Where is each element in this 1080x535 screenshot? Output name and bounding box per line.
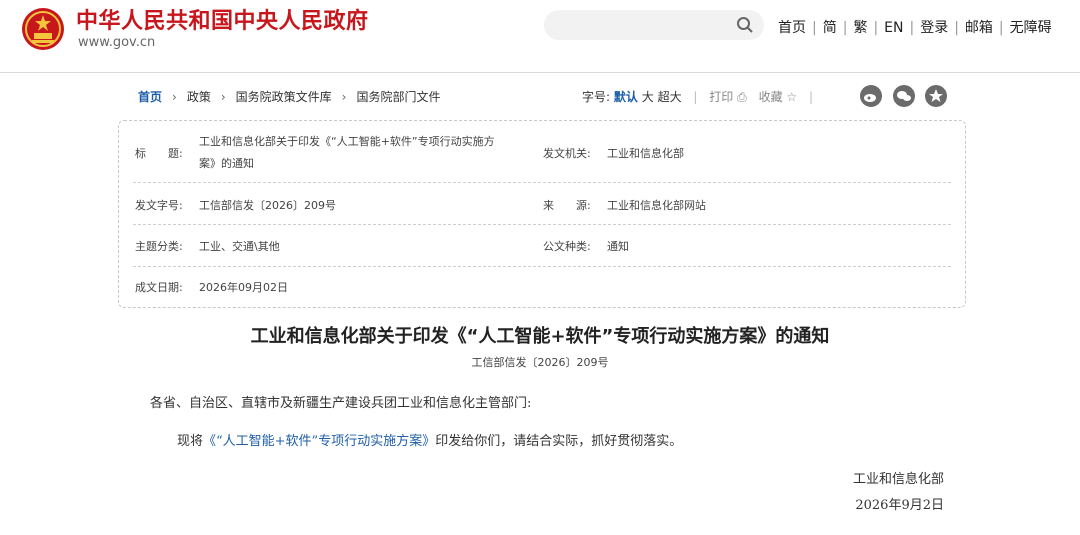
search-icon[interactable] xyxy=(736,16,754,34)
docno-label: 发文字号: xyxy=(135,199,183,212)
type-label: 公文种类: xyxy=(543,240,591,253)
nav-traditional[interactable]: 繁 xyxy=(853,20,867,36)
document-number: 工信部信发〔2026〕209号 xyxy=(471,356,609,369)
print-button[interactable]: 打印 xyxy=(709,90,733,104)
signature: 工业和信息化部 xyxy=(852,472,944,487)
breadcrumb-policy-library[interactable]: 国务院政策文件库 xyxy=(236,90,332,104)
source-label: 来 源: xyxy=(543,199,591,212)
printer-icon[interactable]: ⎙ xyxy=(737,90,747,104)
date-value: 2026年09月02日 xyxy=(199,281,288,294)
site-header: 中华人民共和国中央人民政府 www.gov.cn 首页 | 简 | 繁 | EN | 登录 | 邮箱… xyxy=(0,0,1080,73)
chevron-right-icon: › xyxy=(341,90,347,104)
body-suffix: 印发给你们，请结合实际，抓好贯彻落实。 xyxy=(435,434,683,449)
body-paragraph: 现将《“人工智能+软件”专项行动实施方案》印发给你们，请结合实际，抓好贯彻落实。 xyxy=(177,430,682,449)
chevron-right-icon: › xyxy=(220,90,226,104)
page-tools: 字号: 默认 大 超大 | 打印 ⎙ 收藏 ☆ | xyxy=(582,90,814,104)
breadcrumb-dept-docs[interactable]: 国务院部门文件 xyxy=(356,90,440,104)
nav-simplified[interactable]: 简 xyxy=(823,20,837,36)
issuer-value: 工业和信息化部 xyxy=(607,147,684,160)
top-nav: 首页 | 简 | 繁 | EN | 登录 | 邮箱 | 无障碍 xyxy=(778,20,1052,36)
divider xyxy=(133,182,951,183)
document-title: 工业和信息化部关于印发《“人工智能+软件”专项行动实施方案》的通知 xyxy=(250,326,830,347)
document-info-box: 标 题: 工业和信息化部关于印发《“人工智能+软件”专项行动实施方 案》的通知 … xyxy=(118,120,966,308)
nav-mail[interactable]: 邮箱 xyxy=(965,20,993,36)
date-label: 成文日期: xyxy=(135,281,183,294)
breadcrumb-home[interactable]: 首页 xyxy=(138,90,162,104)
site-domain: www.gov.cn xyxy=(78,35,156,50)
wechat-icon[interactable] xyxy=(893,85,915,107)
breadcrumb: 首页 › 政策 › 国务院政策文件库 › 国务院部门文件 xyxy=(138,88,441,105)
topic-value: 工业、交通\其他 xyxy=(199,240,280,253)
type-value: 通知 xyxy=(607,240,629,253)
topic-label: 主题分类: xyxy=(135,240,183,253)
recipients-paragraph: 各省、自治区、直辖市及新疆生产建设兵团工业和信息化主管部门: xyxy=(150,396,532,411)
favorite-button[interactable]: 收藏 xyxy=(759,90,783,104)
nav-accessibility[interactable]: 无障碍 xyxy=(1010,20,1052,36)
font-default-button[interactable]: 默认 xyxy=(614,90,638,104)
title-value-line1: 工业和信息化部关于印发《“人工智能+软件”专项行动实施方 xyxy=(199,135,495,148)
weibo-icon[interactable] xyxy=(860,85,882,107)
title-label: 标 题: xyxy=(135,147,183,160)
attachment-link[interactable]: 《“人工智能+软件”专项行动实施方案》 xyxy=(203,434,435,449)
body-prefix: 现将 xyxy=(177,434,204,449)
national-emblem-icon[interactable] xyxy=(20,6,66,52)
issuer-label: 发文机关: xyxy=(543,147,591,160)
nav-home[interactable]: 首页 xyxy=(778,20,806,36)
breadcrumb-policy[interactable]: 政策 xyxy=(187,90,211,104)
chevron-right-icon: › xyxy=(172,90,177,104)
font-xlarge-button[interactable]: 超大 xyxy=(658,90,682,104)
favorite-star-icon[interactable] xyxy=(925,85,947,107)
source-value: 工业和信息化部网站 xyxy=(607,199,706,212)
divider xyxy=(133,266,951,267)
star-outline-icon[interactable]: ☆ xyxy=(786,90,797,104)
search-input[interactable] xyxy=(544,10,764,40)
docno-value: 工信部信发〔2026〕209号 xyxy=(199,199,336,212)
sign-date: 2026年9月2日 xyxy=(855,498,944,513)
nav-login[interactable]: 登录 xyxy=(920,20,948,36)
font-large-button[interactable]: 大 xyxy=(642,90,654,104)
nav-english[interactable]: EN xyxy=(884,20,903,36)
divider xyxy=(133,224,951,225)
title-value-line2: 案》的通知 xyxy=(199,157,254,170)
font-size-label: 字号: xyxy=(582,90,611,104)
site-title[interactable]: 中华人民共和国中央人民政府 xyxy=(76,3,369,35)
